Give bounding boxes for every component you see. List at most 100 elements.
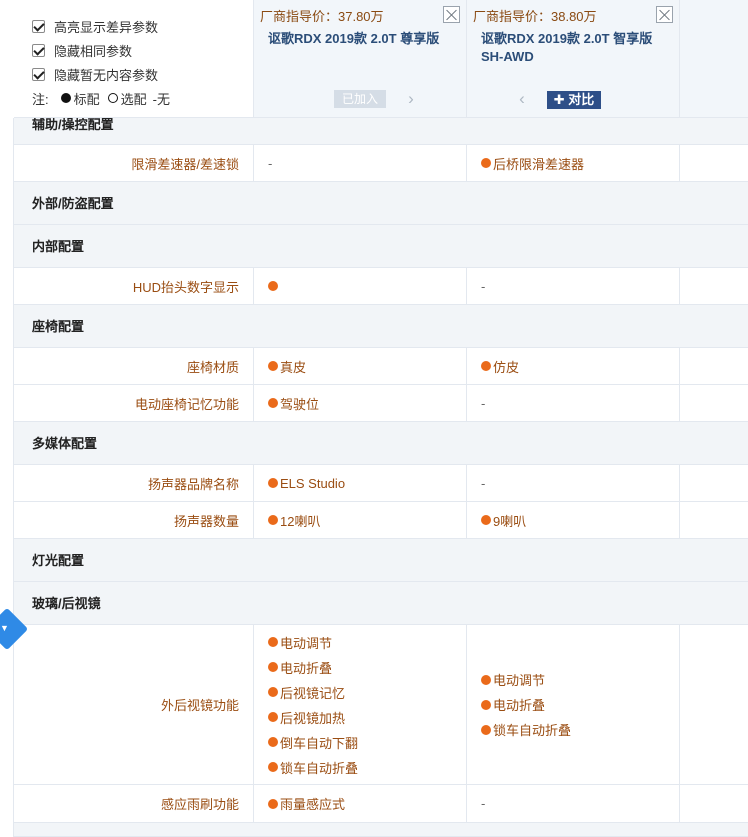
value-cell: 电动调节 电动折叠 锁车自动折叠 — [467, 625, 680, 784]
value-item: 倒车自动下翻 — [268, 730, 466, 755]
value-cell: - — [467, 385, 680, 421]
legend-optional: 选配 — [120, 91, 147, 107]
row-seat-material: 座椅材质 真皮 仿皮 — [14, 348, 748, 385]
close-icon[interactable] — [656, 6, 673, 23]
param-label: 扬声器数量 — [14, 502, 254, 538]
standard-dot-icon — [268, 281, 278, 291]
display-options: 高亮显示差异参数 隐藏相同参数 隐藏暂无内容参数 注: 标配 选配 -无 — [14, 0, 254, 118]
chevron-right-icon[interactable]: › — [404, 90, 418, 108]
standard-dot-icon — [268, 662, 278, 672]
section-header: 内部配置 — [14, 225, 748, 268]
value-text: 后桥限滑差速器 — [493, 156, 585, 172]
added-button[interactable]: 已加入 — [334, 90, 386, 108]
option-highlight-diff[interactable]: 高亮显示差异参数 — [32, 14, 253, 38]
param-label: HUD抬头数字显示 — [14, 268, 254, 304]
standard-dot-icon — [268, 361, 278, 371]
section-title: 多媒体配置 — [32, 436, 98, 451]
standard-dot-icon — [481, 699, 491, 710]
standard-dot-icon — [268, 737, 278, 747]
value-text: 后视镜记忆 — [280, 685, 346, 701]
car-column-1: 厂商指导价：37.80万 讴歌RDX 2019款 2.0T 尊享版 已加入 › — [254, 0, 467, 118]
param-label: 外后视镜功能 — [14, 625, 254, 784]
value-cell: - — [467, 465, 680, 501]
row-speaker-count: 扬声器数量 12喇叭 9喇叭 — [14, 502, 748, 539]
section-title: 玻璃/后视镜 — [32, 596, 101, 611]
section-header — [14, 823, 748, 837]
checkbox-icon[interactable] — [32, 67, 45, 81]
value-item: 后视镜加热 — [268, 705, 466, 730]
value-text: 电动调节 — [280, 635, 333, 651]
value-text: 电动折叠 — [493, 698, 546, 713]
empty-cell — [680, 625, 748, 784]
section-title: 灯光配置 — [32, 553, 85, 568]
option-hide-empty[interactable]: 隐藏暂无内容参数 — [32, 62, 253, 86]
empty-cell — [680, 348, 748, 384]
car-column-2: 厂商指导价：38.80万 讴歌RDX 2019款 2.0T 智享版SH-AWD … — [467, 0, 680, 118]
standard-dot-icon — [481, 158, 491, 168]
standard-dot-icon — [268, 637, 278, 647]
value-text: 锁车自动折叠 — [280, 760, 359, 776]
value-text: 雨量感应式 — [280, 797, 346, 812]
value-cell: 12喇叭 — [254, 502, 467, 538]
value-cell: 雨量感应式 — [254, 785, 467, 822]
param-label: 限滑差速器/差速锁 — [14, 145, 254, 181]
checkbox-icon[interactable] — [32, 19, 45, 33]
legend: 注: 标配 选配 -无 — [32, 86, 253, 110]
section-header: 多媒体配置 — [14, 422, 748, 465]
car-price: 厂商指导价：38.80万 — [473, 9, 597, 24]
left-strip — [0, 118, 14, 837]
compare-header: 高亮显示差异参数 隐藏相同参数 隐藏暂无内容参数 注: 标配 选配 -无 厂商指… — [0, 0, 748, 118]
value-text: 12喇叭 — [280, 513, 321, 529]
value-cell: - — [254, 145, 467, 181]
value-item: 锁车自动折叠 — [481, 717, 679, 742]
checkbox-icon[interactable] — [32, 43, 45, 57]
value-cell: - — [467, 268, 680, 304]
compare-button[interactable]: ✚ 对比 — [547, 91, 601, 109]
value-text: - — [481, 395, 486, 411]
option-label: 隐藏暂无内容参数 — [54, 67, 159, 83]
section-header: 外部/防盗配置 — [14, 182, 748, 225]
empty-cell — [680, 502, 748, 538]
section-title: 内部配置 — [32, 239, 85, 254]
section-title: 外部/防盗配置 — [32, 196, 114, 211]
car-name[interactable]: 讴歌RDX 2019款 2.0T 尊享版 — [268, 30, 448, 48]
option-hide-same[interactable]: 隐藏相同参数 — [32, 38, 253, 62]
row-speaker-brand: 扬声器品牌名称 ELS Studio - — [14, 465, 748, 502]
standard-dot-icon — [481, 724, 491, 735]
value-text: 倒车自动下翻 — [280, 735, 359, 751]
value-item: 电动调节 — [481, 667, 679, 692]
value-text: ELS Studio — [280, 475, 346, 491]
param-label: 扬声器品牌名称 — [14, 465, 254, 501]
chevron-left-icon[interactable]: ‹ — [515, 90, 529, 108]
value-text: 锁车自动折叠 — [493, 723, 572, 738]
section-header: 灯光配置 — [14, 539, 748, 582]
value-text: 电动调节 — [493, 673, 546, 688]
standard-dot-icon — [268, 712, 278, 722]
close-icon[interactable] — [443, 6, 460, 23]
standard-dot-icon — [268, 798, 278, 809]
value-cell: 驾驶位 — [254, 385, 467, 421]
section-header: 座椅配置 — [14, 305, 748, 348]
legend-none: -无 — [152, 91, 170, 107]
empty-cell — [680, 465, 748, 501]
standard-dot-icon — [268, 398, 278, 408]
arrow-down-icon[interactable]: ▼ — [0, 623, 9, 633]
value-cell: 仿皮 — [467, 348, 680, 384]
value-item: 电动折叠 — [268, 655, 466, 680]
empty-cell — [680, 385, 748, 421]
value-text: - — [481, 796, 486, 811]
standard-dot-icon — [481, 674, 491, 685]
empty-cell — [680, 145, 748, 181]
value-text: 仿皮 — [493, 359, 520, 375]
value-cell: 后桥限滑差速器 — [467, 145, 680, 181]
value-cell: ELS Studio — [254, 465, 467, 501]
value-cell: 9喇叭 — [467, 502, 680, 538]
row-mirror: 外后视镜功能 电动调节 电动折叠 后视镜记忆 后视镜加热 倒车自动下翻 锁车自动… — [14, 625, 748, 785]
car-name[interactable]: 讴歌RDX 2019款 2.0T 智享版SH-AWD — [481, 30, 661, 66]
value-item: 电动折叠 — [481, 692, 679, 717]
standard-dot-icon — [481, 361, 491, 371]
value-text: 电动折叠 — [280, 660, 333, 676]
option-label: 隐藏相同参数 — [54, 43, 133, 59]
value-cell: 真皮 — [254, 348, 467, 384]
value-item: 锁车自动折叠 — [268, 755, 466, 780]
